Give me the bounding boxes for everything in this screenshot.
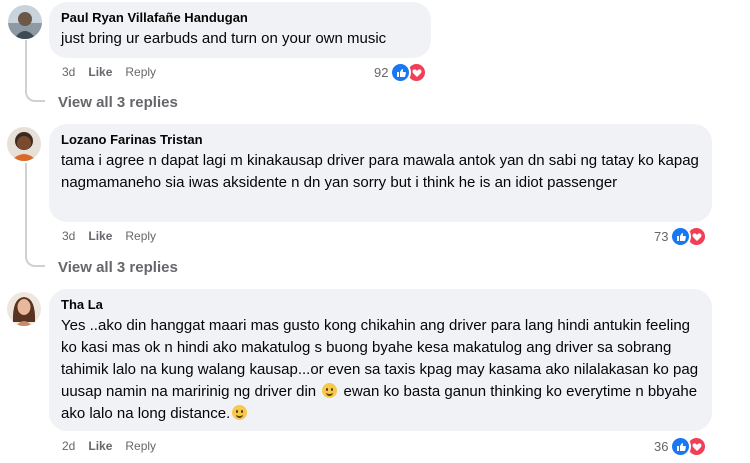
smiling-face-emoji-icon <box>232 405 248 420</box>
view-replies-link[interactable]: View all 3 replies <box>58 259 178 276</box>
thread-branch <box>25 86 45 102</box>
comment-timestamp[interactable]: 2d <box>62 439 75 453</box>
comment-text: tama i agree n dapat lagi m kinakausap d… <box>61 152 699 191</box>
thread-line <box>25 40 27 88</box>
comment-bubble: Lozano Farinas Tristan tama i agree n da… <box>49 124 712 222</box>
reply-button[interactable]: Reply <box>125 65 156 79</box>
comment-author[interactable]: Lozano Farinas Tristan <box>61 131 700 148</box>
comment-bubble: Paul Ryan Villafañe Handugan just bring … <box>49 2 431 58</box>
comment-author[interactable]: Paul Ryan Villafañe Handugan <box>61 9 419 26</box>
comment-actions: 2d Like Reply <box>62 439 156 453</box>
thread-branch <box>25 251 45 267</box>
like-button[interactable]: Like <box>88 229 112 243</box>
avatar[interactable] <box>7 292 41 326</box>
avatar[interactable] <box>7 127 41 161</box>
avatar[interactable] <box>8 5 42 39</box>
smiling-face-emoji-icon <box>322 383 338 398</box>
reaction-summary[interactable]: 73 <box>654 226 708 247</box>
like-button[interactable]: Like <box>88 439 112 453</box>
comment-timestamp[interactable]: 3d <box>62 65 75 79</box>
avatar-photo <box>8 5 42 39</box>
comment-text: Yes ..ako din hanggat maari mas gusto ko… <box>61 315 700 425</box>
reaction-summary[interactable]: 92 <box>374 62 428 83</box>
view-replies-link[interactable]: View all 3 replies <box>58 94 178 111</box>
comment-bubble: Tha La Yes ..ako din hanggat maari mas g… <box>49 289 712 431</box>
thread-line <box>25 163 27 253</box>
reaction-summary[interactable]: 36 <box>654 436 708 457</box>
comment-text: just bring ur earbuds and turn on your o… <box>61 30 387 47</box>
avatar-photo <box>7 127 41 161</box>
comment-actions: 3d Like Reply <box>62 65 156 79</box>
reply-button[interactable]: Reply <box>125 229 156 243</box>
reply-button[interactable]: Reply <box>125 439 156 453</box>
comment-actions: 3d Like Reply <box>62 229 156 243</box>
comment-timestamp[interactable]: 3d <box>62 229 75 243</box>
reaction-count: 92 <box>374 65 389 80</box>
reaction-count: 36 <box>654 439 669 454</box>
like-button[interactable]: Like <box>88 65 112 79</box>
avatar-photo <box>7 292 41 326</box>
reaction-count: 73 <box>654 229 669 244</box>
comment-author[interactable]: Tha La <box>61 296 700 313</box>
